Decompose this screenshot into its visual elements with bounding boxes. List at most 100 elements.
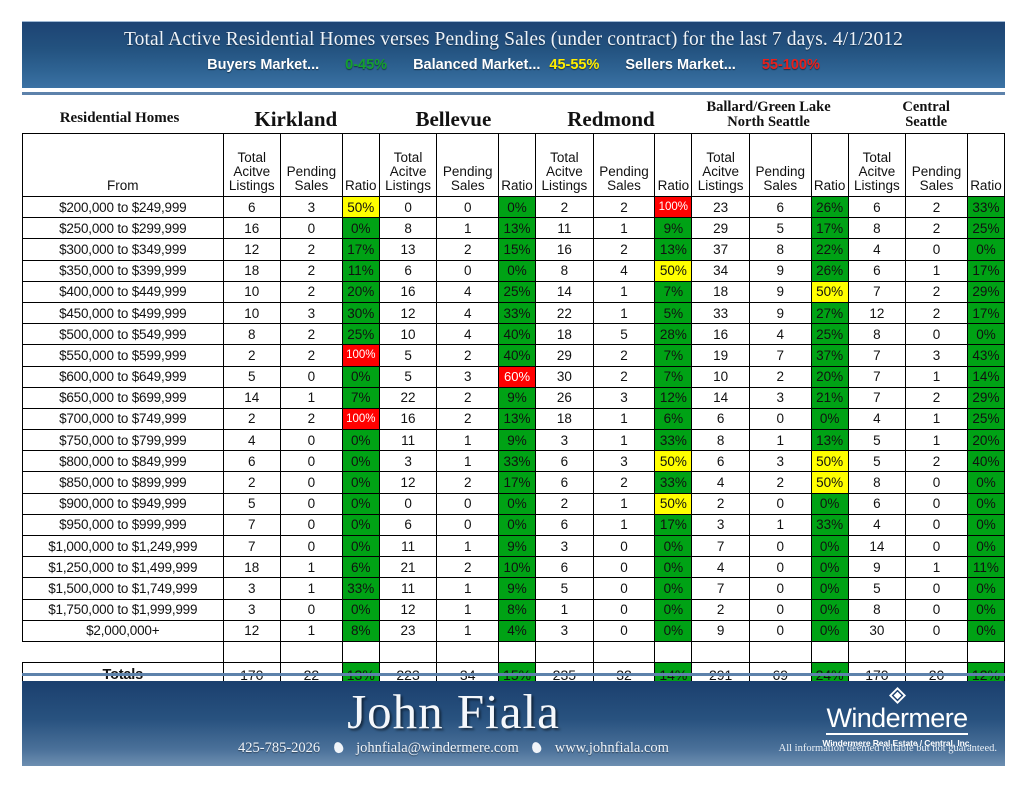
windermere-diamond-icon: [888, 687, 906, 704]
pending-sales-value: 1: [436, 429, 500, 452]
ratio-value: 60%: [498, 365, 537, 388]
pending-sales-value: 0: [436, 492, 500, 515]
pending-sales-value: 0: [592, 556, 656, 579]
pending-sales-value: 4: [436, 323, 500, 346]
ratio-value: 0%: [810, 534, 849, 558]
total-active-listings-value: 6: [535, 471, 594, 494]
price-range-label: $750,000 to $799,999: [22, 429, 224, 452]
total-active-listings-value: 12: [847, 301, 907, 325]
ratio-value: 0%: [966, 471, 1006, 494]
pending-sales-value: 1: [436, 598, 500, 621]
ratio-value: 9%: [498, 429, 537, 452]
spacer-cell: [498, 640, 537, 663]
table-spacer-row: [22, 640, 1006, 663]
ratio-value: 33%: [341, 577, 380, 600]
pending-sales-value: 2: [905, 301, 968, 325]
header-ratio-bellevue: Ratio: [498, 133, 537, 197]
table-row: $350,000 to $399,999 18 2 11% 6 0 0% 8 4 50% 34 9 26…: [22, 259, 1006, 282]
pending-sales-value: 1: [592, 217, 656, 240]
total-active-listings-value: 26: [535, 386, 594, 409]
pending-sales-value: 0: [905, 577, 968, 600]
table-row: $450,000 to $499,999 10 3 30% 12 4 33% 22 1 5% 33 9…: [22, 301, 1006, 325]
total-active-listings-value: 6: [847, 195, 907, 219]
total-active-listings-value: 6: [535, 556, 594, 579]
total-active-listings-value: 34: [691, 259, 750, 282]
pending-sales-value: 2: [905, 217, 968, 240]
legend-value-balanced: 45-55%: [549, 57, 600, 73]
ratio-value: 33%: [966, 195, 1006, 219]
price-range-label: $550,000 to $599,999: [22, 344, 224, 367]
total-active-listings-value: 11: [378, 429, 438, 452]
ratio-value: 0%: [966, 323, 1006, 346]
total-active-listings-value: 8: [222, 323, 282, 346]
pending-sales-value: 0: [280, 534, 343, 558]
total-active-listings-value: 30: [847, 619, 907, 642]
pending-sales-value: 2: [592, 365, 656, 388]
pending-sales-value: 1: [436, 450, 500, 473]
ratio-value: 0%: [341, 534, 380, 558]
header-total-active-kirkland: Total Acitve Listings: [222, 133, 282, 197]
total-active-listings-value: 6: [691, 407, 750, 431]
pending-sales-value: 2: [748, 471, 812, 494]
total-active-listings-value: 4: [222, 429, 282, 452]
header-total-active-central: Total Acitve Listings: [847, 133, 907, 197]
total-active-listings-value: 5: [222, 492, 282, 515]
ratio-value: 100%: [341, 407, 380, 431]
header-divider: [22, 92, 1005, 95]
total-active-listings-value: 0: [378, 492, 438, 515]
total-active-listings-value: 6: [691, 450, 750, 473]
ratio-value: 33%: [810, 513, 849, 537]
spacer-cell: [535, 640, 594, 663]
spacer-cell: [592, 640, 656, 663]
pending-sales-value: 2: [748, 365, 812, 388]
table-row: $2,000,000+ 12 1 8% 23 1 4% 3 0 0% 9 0 0% 30 0 0%: [22, 619, 1006, 642]
ratio-value: 37%: [810, 344, 849, 367]
price-range-label: $1,500,000 to $1,749,999: [22, 577, 224, 600]
agent-phone: 425-785-2026: [238, 740, 321, 756]
ratio-value: 0%: [810, 407, 849, 431]
total-active-listings-value: 18: [535, 407, 594, 431]
pending-sales-value: 4: [748, 323, 812, 346]
pending-sales-value: 1: [748, 513, 812, 537]
pending-sales-value: 2: [436, 407, 500, 431]
total-active-listings-value: 7: [691, 577, 750, 600]
pending-sales-value: 3: [905, 344, 968, 367]
ratio-value: 15%: [498, 238, 537, 261]
from-header: From: [22, 133, 224, 197]
price-range-label: $300,000 to $349,999: [22, 238, 224, 261]
total-active-listings-value: 4: [691, 471, 750, 494]
spacer-cell: [222, 640, 282, 663]
total-active-listings-value: 8: [847, 598, 907, 621]
total-active-listings-value: 7: [847, 344, 907, 367]
region-title-ballard-green-lake: Ballard/Green Lake North Seattle: [706, 99, 831, 131]
pending-sales-value: 2: [905, 386, 968, 409]
total-active-listings-value: 7: [691, 534, 750, 558]
ratio-value: 0%: [810, 619, 849, 642]
pending-sales-value: 6: [748, 195, 812, 219]
total-active-listings-value: 8: [535, 259, 594, 282]
ratio-value: 0%: [966, 238, 1006, 261]
header-banner: Total Active Residential Homes verses Pe…: [22, 21, 1005, 88]
ratio-value: 25%: [966, 217, 1006, 240]
agent-website[interactable]: www.johnfiala.com: [555, 740, 669, 756]
region-title-redmond: Redmond: [567, 106, 655, 131]
region-header-row: Residential Homes Kirkland Bellevue Redm…: [22, 97, 1005, 133]
table-row: $300,000 to $349,999 12 2 17% 13 2 15% 16 2 13% 37…: [22, 238, 1006, 261]
region-title-central-seattle: Central Seattle: [902, 99, 950, 131]
total-active-listings-value: 9: [691, 619, 750, 642]
spacer-cell: [810, 640, 849, 663]
ratio-value: 11%: [966, 556, 1006, 579]
table-row: $950,000 to $999,999 7 0 0% 6 0 0% 6 1 17% 3 1 33% 4 0…: [22, 513, 1006, 537]
total-active-listings-value: 2: [535, 492, 594, 515]
pending-sales-value: 0: [280, 598, 343, 621]
agent-email[interactable]: johnfiala@windermere.com: [356, 740, 519, 756]
total-active-listings-value: 14: [691, 386, 750, 409]
ratio-value: 0%: [966, 492, 1006, 515]
spacer-cell: [966, 640, 1006, 663]
pending-sales-value: 2: [905, 280, 968, 303]
ratio-value: 0%: [810, 556, 849, 579]
price-range-label: $1,750,000 to $1,999,999: [22, 598, 224, 621]
pending-sales-value: 1: [905, 365, 968, 388]
ratio-value: 100%: [341, 344, 380, 367]
total-active-listings-value: 14: [222, 386, 282, 409]
